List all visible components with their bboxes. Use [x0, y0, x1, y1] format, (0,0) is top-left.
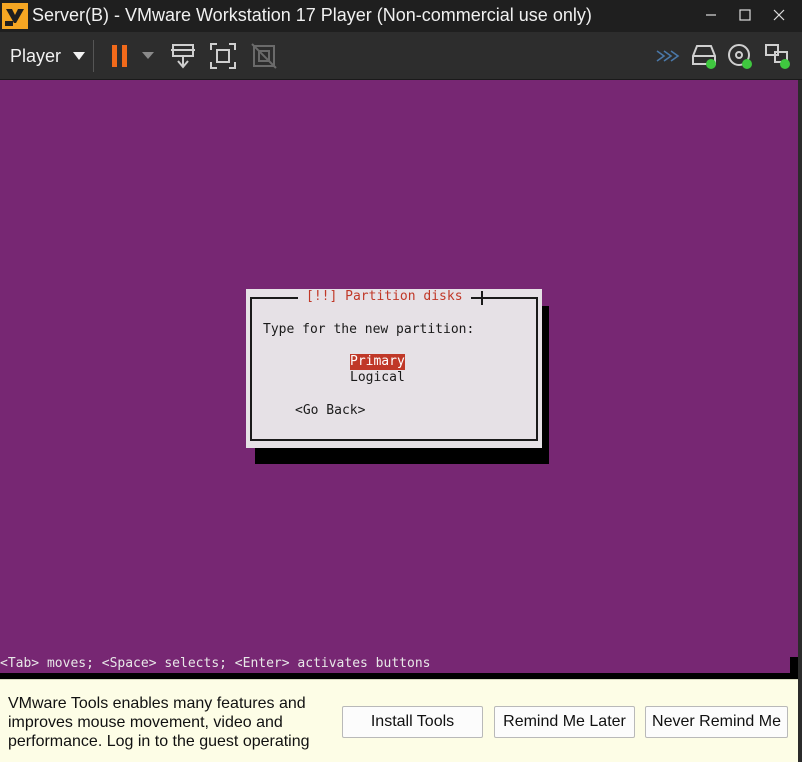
full-screen-button[interactable] [207, 40, 239, 72]
hard-disk-button[interactable] [688, 40, 720, 72]
cd-dvd-button[interactable] [724, 40, 756, 72]
player-menu[interactable]: Player [4, 40, 91, 72]
option-logical[interactable]: Logical [350, 370, 405, 386]
dropdown-icon [142, 52, 154, 59]
notification-message: VMware Tools enables many features and i… [8, 695, 310, 750]
window-title: Server(B) - VMware Workstation 17 Player… [32, 5, 592, 25]
network-adapter-button[interactable] [762, 40, 794, 72]
vmware-tools-notification: VMware Tools enables many features and i… [0, 679, 798, 762]
installer-status-hint: <Tab> moves; <Space> selects; <Enter> ac… [0, 656, 431, 671]
title-bar: Server(B) - VMware Workstation 17 Player… [0, 0, 802, 32]
minimize-icon [706, 14, 716, 16]
maximize-button[interactable] [726, 0, 764, 30]
pause-button[interactable] [104, 40, 136, 72]
minimize-button[interactable] [692, 0, 730, 30]
vmware-logo-icon [2, 3, 28, 29]
toolbar-separator [93, 40, 94, 72]
chevron-down-icon [73, 52, 86, 60]
pause-icon [112, 45, 127, 67]
partition-dialog: [!!] Partition disks Type for the new pa… [246, 289, 542, 448]
never-remind-me-button[interactable]: Never Remind Me [645, 706, 788, 738]
dialog-title: [!!] Partition disks [298, 289, 471, 305]
send-ctrl-alt-del-button[interactable] [167, 40, 199, 72]
dialog-title-divider-right [481, 291, 483, 305]
full-screen-icon [210, 43, 236, 69]
go-back-button[interactable]: <Go Back> [295, 403, 365, 419]
maximize-icon [739, 9, 751, 21]
remind-me-later-button[interactable]: Remind Me Later [494, 706, 635, 738]
install-tools-button[interactable]: Install Tools [342, 706, 483, 738]
unity-button[interactable] [248, 40, 280, 72]
player-menu-label: Player [10, 45, 62, 66]
forward-arrows-icon [656, 50, 680, 62]
close-icon [773, 9, 785, 21]
option-primary[interactable]: Primary [350, 354, 405, 370]
partition-type-prompt: Type for the new partition: [263, 322, 475, 337]
vm-screen[interactable]: [!!] Partition disks Type for the new pa… [0, 80, 802, 674]
unity-icon [251, 43, 277, 69]
forward-arrows-button[interactable] [652, 40, 684, 72]
cd-dvd-icon [728, 44, 752, 69]
hard-disk-icon [692, 45, 716, 69]
send-ctrl-alt-del-icon [171, 44, 195, 69]
window-right-edge [798, 80, 802, 762]
power-dropdown-button[interactable] [134, 40, 162, 72]
toolbar: Player [0, 32, 802, 80]
network-adapter-icon [765, 44, 790, 69]
close-button[interactable] [760, 0, 798, 30]
